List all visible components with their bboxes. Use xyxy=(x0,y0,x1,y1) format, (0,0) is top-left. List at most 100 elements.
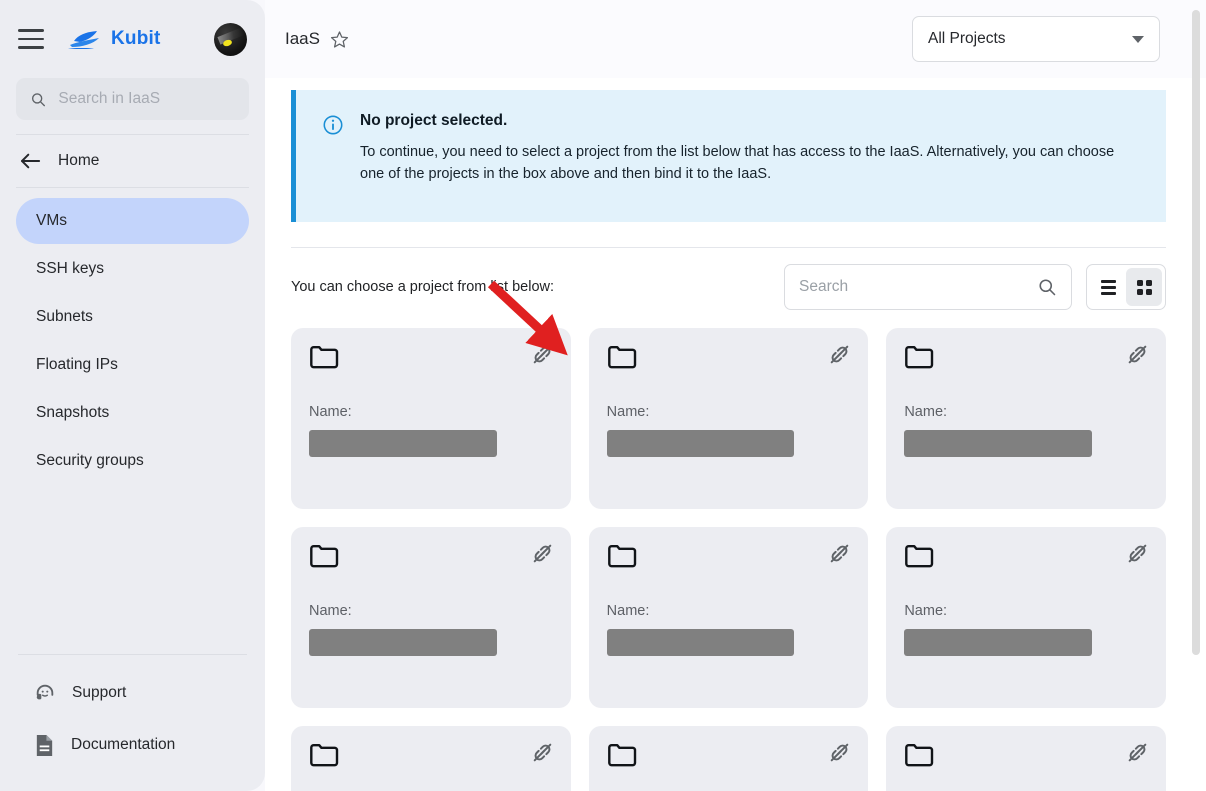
card-name-value-redacted xyxy=(606,430,795,457)
sidebar-item-label: VMs xyxy=(36,212,67,229)
project-card[interactable]: Name: xyxy=(291,328,571,509)
project-card[interactable]: Name: xyxy=(886,527,1166,708)
projects-toolbar-label: You can choose a project from list below… xyxy=(291,279,555,295)
card-name-label: Name: xyxy=(904,404,948,420)
info-banner: No project selected. To continue, you ne… xyxy=(291,90,1166,222)
topbar: IaaS All Projects xyxy=(265,0,1206,78)
folder-icon xyxy=(607,346,637,373)
project-card[interactable]: Name: xyxy=(886,328,1166,509)
link-off-icon[interactable] xyxy=(1125,740,1150,770)
projects-search[interactable] xyxy=(784,264,1072,310)
main-area: IaaS All Projects No project selected. T… xyxy=(265,0,1206,791)
sidebar-item-subnets[interactable]: Subnets xyxy=(16,294,249,340)
grid-view-button[interactable] xyxy=(1126,268,1162,306)
card-name-value-redacted xyxy=(606,629,795,656)
link-off-icon[interactable] xyxy=(827,541,852,571)
folder-icon xyxy=(309,346,339,373)
card-name-label: Name: xyxy=(606,603,650,619)
sidebar-search[interactable] xyxy=(16,78,249,120)
sidebar-item-support[interactable]: Support xyxy=(16,667,249,719)
folder-icon xyxy=(607,545,637,572)
user-avatar[interactable] xyxy=(214,22,247,56)
projects-grid: Name: Name: Name: Name: Name: Name: xyxy=(291,328,1166,791)
view-toggle-group xyxy=(1086,264,1166,310)
sidebar-search-input[interactable] xyxy=(58,90,235,108)
link-off-icon[interactable] xyxy=(1125,541,1150,571)
sidebar-item-label: Snapshots xyxy=(36,404,110,421)
sidebar-item-security-groups[interactable]: Security groups xyxy=(16,438,249,484)
search-icon xyxy=(1039,279,1056,296)
link-off-icon[interactable] xyxy=(827,740,852,770)
chevron-down-icon xyxy=(1132,35,1144,43)
brand[interactable]: Kubit xyxy=(68,28,161,50)
sidebar-item-label: Floating IPs xyxy=(36,356,118,373)
content-area: No project selected. To continue, you ne… xyxy=(265,78,1206,791)
sidebar-item-label: Support xyxy=(72,684,127,701)
link-off-icon[interactable] xyxy=(530,740,555,770)
info-banner-title: No project selected. xyxy=(360,112,508,129)
project-card[interactable]: Name: xyxy=(886,726,1166,791)
list-view-icon xyxy=(1100,279,1116,295)
card-name-value-redacted xyxy=(309,629,497,656)
project-card[interactable]: Name: xyxy=(291,726,571,791)
speedboat-logo-icon xyxy=(68,31,99,49)
sidebar-nav: VMs SSH keys Subnets Floating IPs Snapsh… xyxy=(0,188,265,484)
sidebar-item-label: Security groups xyxy=(36,452,144,469)
star-outline-icon xyxy=(330,30,349,48)
project-card[interactable]: Name: xyxy=(291,527,571,708)
favorite-star-button[interactable] xyxy=(330,30,349,49)
project-select[interactable]: All Projects xyxy=(912,16,1160,62)
folder-icon xyxy=(607,744,637,771)
content-divider xyxy=(291,247,1166,248)
scrollbar-thumb[interactable] xyxy=(1192,10,1200,655)
sidebar-divider-bottom xyxy=(18,654,247,655)
sidebar-item-label: Subnets xyxy=(36,308,93,325)
sidebar-item-snapshots[interactable]: Snapshots xyxy=(16,390,249,436)
sidebar-item-home-label: Home xyxy=(58,152,100,169)
card-name-label: Name: xyxy=(309,603,352,619)
card-name-label: Name: xyxy=(606,404,650,420)
project-select-value: All Projects xyxy=(928,30,1006,47)
hamburger-menu-icon[interactable] xyxy=(18,29,44,49)
folder-icon xyxy=(904,346,934,373)
card-name-value-redacted xyxy=(904,430,1092,457)
sidebar-item-label: SSH keys xyxy=(36,260,105,277)
page-title: IaaS xyxy=(285,29,320,48)
project-card[interactable]: Name: xyxy=(588,527,869,708)
sidebar-item-floating-ips[interactable]: Floating IPs xyxy=(16,342,249,388)
document-icon xyxy=(36,734,53,756)
sidebar: Kubit Home VMs xyxy=(0,0,265,791)
sidebar-item-home[interactable]: Home xyxy=(0,135,265,187)
sidebar-footer: Support Documentation xyxy=(0,654,265,791)
folder-icon xyxy=(309,545,339,572)
app-root: Kubit Home VMs xyxy=(0,0,1206,791)
brand-name: Kubit xyxy=(111,28,161,49)
card-name-value-redacted xyxy=(309,430,497,457)
card-name-label: Name: xyxy=(309,404,352,420)
sidebar-item-ssh-keys[interactable]: SSH keys xyxy=(16,246,249,292)
card-name-label: Name: xyxy=(904,603,948,619)
folder-icon xyxy=(904,545,934,572)
sidebar-item-documentation[interactable]: Documentation xyxy=(16,719,249,771)
info-circle-icon xyxy=(322,114,344,196)
link-off-icon[interactable] xyxy=(530,541,555,571)
info-banner-body: To continue, you need to select a projec… xyxy=(360,144,1115,183)
project-card[interactable]: Name: xyxy=(588,726,869,791)
headset-icon xyxy=(36,684,54,700)
folder-icon xyxy=(904,744,934,771)
sidebar-item-label: Documentation xyxy=(71,736,176,753)
list-view-button[interactable] xyxy=(1090,268,1126,306)
folder-icon xyxy=(309,744,339,771)
sidebar-item-vms[interactable]: VMs xyxy=(16,198,249,244)
link-off-icon[interactable] xyxy=(827,342,852,372)
vertical-scrollbar[interactable] xyxy=(1190,0,1202,791)
link-off-icon[interactable] xyxy=(1125,342,1150,372)
arrow-left-icon xyxy=(21,153,41,169)
search-icon xyxy=(31,92,46,106)
card-name-value-redacted xyxy=(904,629,1092,656)
projects-search-input[interactable] xyxy=(799,278,1029,296)
link-off-icon[interactable] xyxy=(530,342,555,372)
project-card[interactable]: Name: xyxy=(588,328,869,509)
grid-view-icon xyxy=(1136,279,1152,295)
projects-toolbar: You can choose a project from list below… xyxy=(291,264,1166,310)
